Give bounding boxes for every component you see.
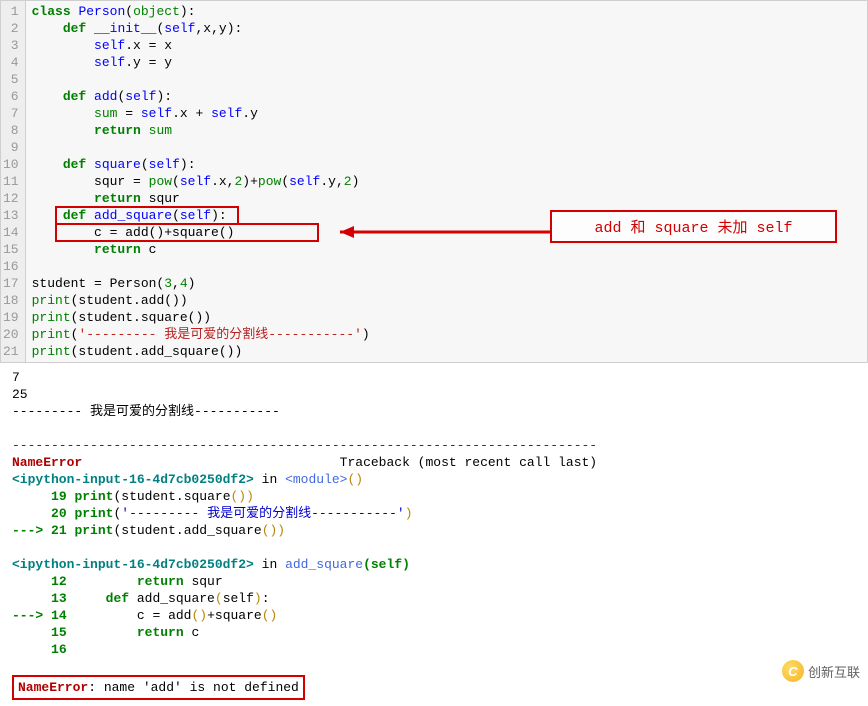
line-number: 6 [3,88,19,105]
code-line: print('--------- 我是可爱的分割线-----------') [32,326,861,343]
annotation-text: add 和 square 未加 self [594,220,792,237]
traceback-line: 19 print(student.square()) [12,488,862,505]
code-content[interactable]: class Person(object): def __init__(self,… [26,1,867,362]
line-number-gutter: 123456789101112131415161718192021 [1,1,26,362]
line-number: 14 [3,224,19,241]
code-line [32,139,861,156]
line-number: 7 [3,105,19,122]
traceback-line: ---> 21 print(student.add_square()) [12,522,862,539]
logo-badge: C [782,660,804,682]
code-line: return sum [32,122,861,139]
blank [12,539,862,556]
line-number: 2 [3,20,19,37]
line-number: 5 [3,71,19,88]
code-line: sum = self.x + self.y [32,105,861,122]
code-line [32,258,861,275]
stdout-line: 25 [12,386,862,403]
arrow-icon [330,222,555,242]
watermark-logo: C 创新互联 [782,660,860,682]
code-line: def square(self): [32,156,861,173]
line-number: 1 [3,3,19,20]
code-line: return c [32,241,861,258]
line-number: 10 [3,156,19,173]
line-number: 15 [3,241,19,258]
line-number: 8 [3,122,19,139]
code-line: print(student.add_square()) [32,343,861,360]
code-line: def __init__(self,x,y): [32,20,861,37]
traceback-line: 13 def add_square(self): [12,590,862,607]
code-line: print(student.add()) [32,292,861,309]
traceback-line: 12 return squr [12,573,862,590]
code-cell: 123456789101112131415161718192021 class … [0,0,868,363]
code-line: student = Person(3,4) [32,275,861,292]
blank [12,658,862,675]
traceback-line: 16 [12,641,862,658]
code-line: return squr [32,190,861,207]
line-number: 19 [3,309,19,326]
traceback-line: 15 return c [12,624,862,641]
logo-text: 创新互联 [808,662,860,681]
traceback-header: NameError Traceback (most recent call la… [12,454,862,471]
code-line: def add(self): [32,88,861,105]
line-number: 21 [3,343,19,360]
blank [12,420,862,437]
line-number: 4 [3,54,19,71]
traceback-frame-func: <ipython-input-16-4d7cb0250df2> in add_s… [12,556,862,573]
line-number: 12 [3,190,19,207]
line-number: 11 [3,173,19,190]
line-number: 3 [3,37,19,54]
error-final: NameError: name 'add' is not defined [12,675,862,700]
annotation-callout: add 和 square 未加 self [550,210,837,243]
line-number: 17 [3,275,19,292]
line-number: 18 [3,292,19,309]
traceback-divider: ----------------------------------------… [12,437,862,454]
code-line: squr = pow(self.x,2)+pow(self.y,2) [32,173,861,190]
traceback-line: 20 print('--------- 我是可爱的分割线-----------'… [12,505,862,522]
code-line: self.y = y [32,54,861,71]
line-number: 9 [3,139,19,156]
logo-letter: C [788,664,797,679]
stdout-line: --------- 我是可爱的分割线----------- [12,403,862,420]
traceback-frame-file: <ipython-input-16-4d7cb0250df2> in <modu… [12,471,862,488]
code-line [32,71,861,88]
code-line: print(student.square()) [32,309,861,326]
traceback-line: ---> 14 c = add()+square() [12,607,862,624]
code-line: class Person(object): [32,3,861,20]
code-line: self.x = x [32,37,861,54]
output-area: 725--------- 我是可爱的分割线----------- -------… [0,363,868,706]
line-number: 13 [3,207,19,224]
line-number: 16 [3,258,19,275]
stdout-line: 7 [12,369,862,386]
line-number: 20 [3,326,19,343]
